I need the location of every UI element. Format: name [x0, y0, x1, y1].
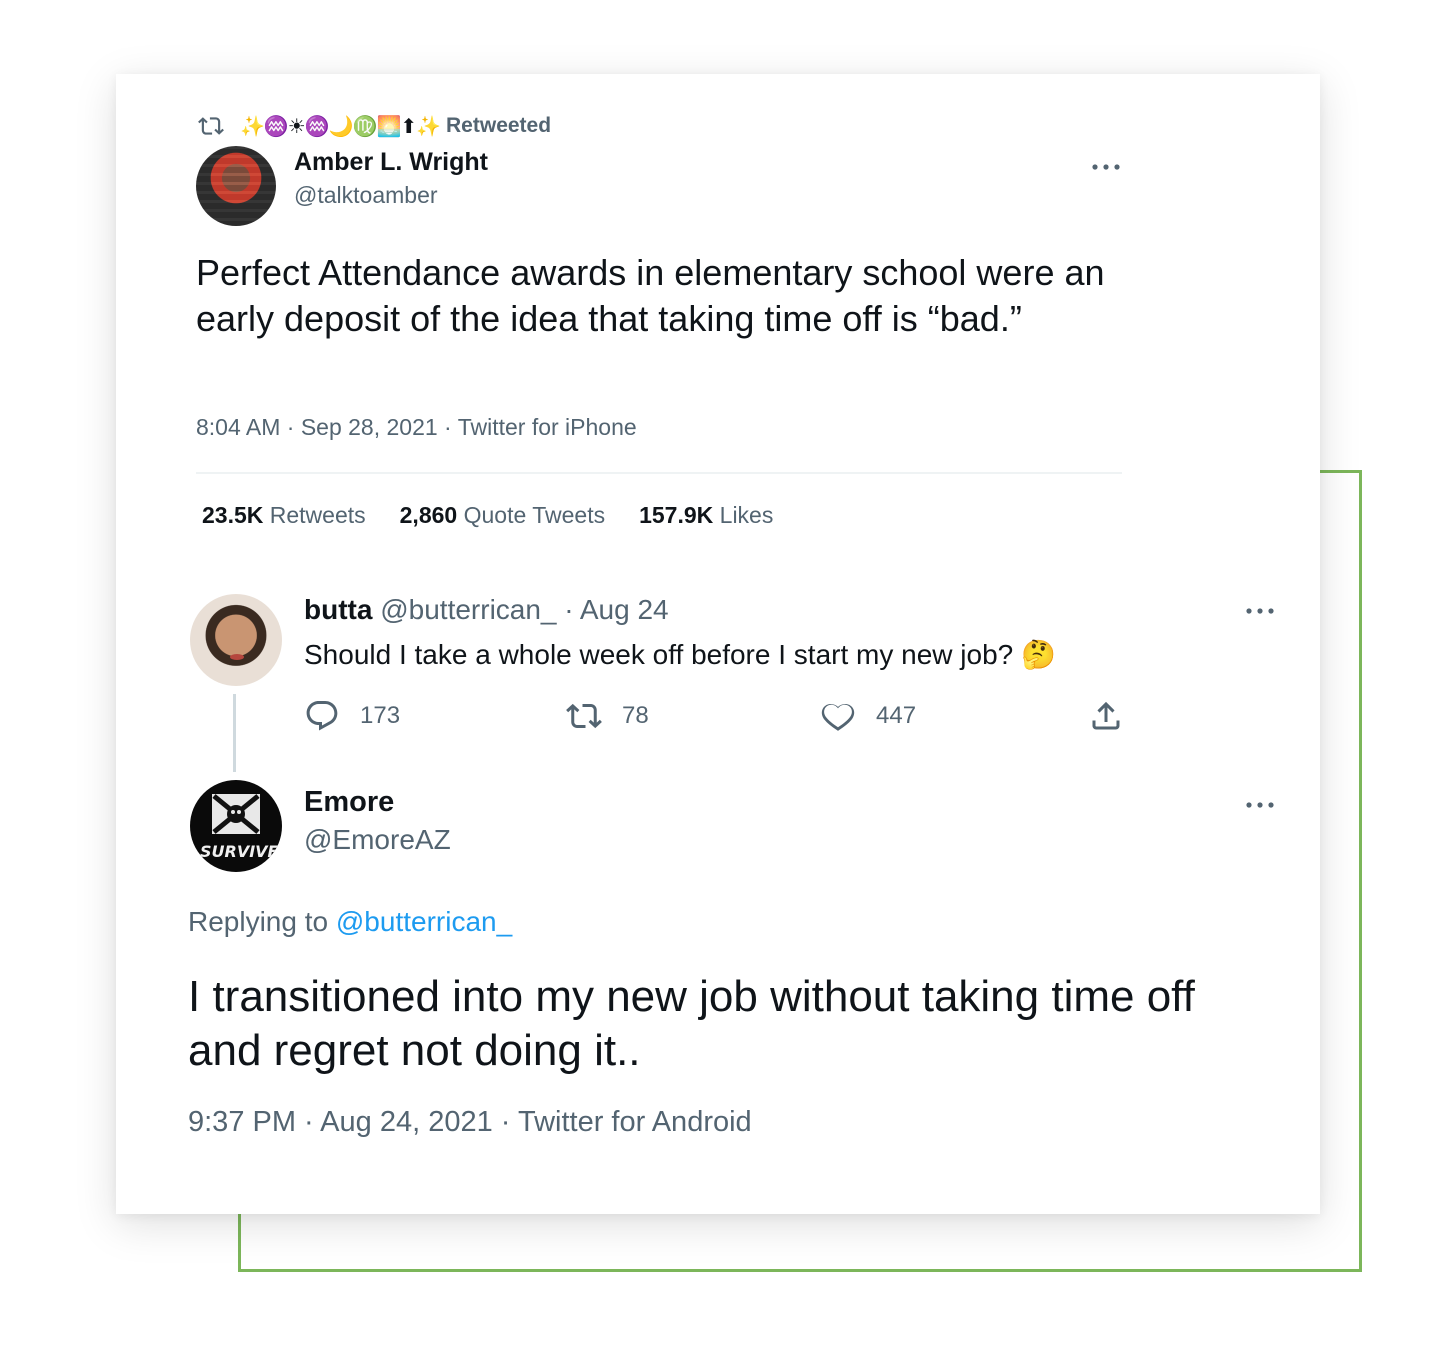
like-count: 447 [876, 702, 917, 729]
retweet-button[interactable]: 78 [566, 698, 649, 734]
avatar-text: SURVIVE [200, 842, 279, 861]
tweet-card: ✨♒☀♒🌙♍🌅⬆✨ Retweeted Amber L. Wright @tal… [116, 74, 1320, 1214]
replying-prefix: Replying to [188, 906, 329, 937]
author-name[interactable]: Amber L. Wright [294, 148, 488, 177]
share-button[interactable] [1088, 698, 1124, 734]
retweet-icon [198, 117, 224, 135]
divider [196, 472, 1122, 474]
retweeted-label: Retweeted [446, 114, 552, 137]
like-button[interactable]: 447 [820, 698, 916, 734]
skull-logo-icon [212, 794, 260, 834]
avatar[interactable] [190, 594, 282, 686]
parent-author-handle-date[interactable]: @butterrican_ · Aug 24 [380, 594, 668, 625]
replying-handle-link[interactable]: @butterrican_ [336, 906, 512, 937]
author-handle[interactable]: @EmoreAZ [304, 824, 451, 856]
stat-likes[interactable]: 157.9K Likes [639, 502, 773, 529]
parent-tweet-header: butta @butterrican_ · Aug 24 [304, 594, 669, 626]
more-options-icon[interactable] [1244, 606, 1276, 616]
more-options-icon[interactable] [1244, 800, 1276, 810]
reply-icon [306, 701, 338, 731]
reply-tweet-text: I transitioned into my new job without t… [188, 972, 1195, 1075]
author-handle[interactable]: @talktoamber [294, 182, 438, 209]
heart-icon [821, 703, 855, 731]
retweet-icon [566, 703, 602, 729]
replying-to: Replying to @butterrican_ [188, 906, 512, 938]
author-name[interactable]: Emore [304, 786, 394, 819]
parent-author-name[interactable]: butta [304, 594, 372, 625]
tweet-text: Perfect Attendance awards in elementary … [196, 252, 1105, 339]
retweet-bar: ✨♒☀♒🌙♍🌅⬆✨ Retweeted [196, 112, 551, 140]
share-icon [1092, 701, 1120, 730]
stat-quote-tweets[interactable]: 2,860 Quote Tweets [400, 502, 605, 529]
thread-connector [233, 694, 236, 772]
reply-count: 173 [360, 702, 401, 729]
more-options-icon[interactable] [1090, 162, 1122, 172]
reply-button[interactable]: 173 [304, 698, 400, 734]
parent-tweet-text: Should I take a whole week off before I … [304, 639, 1056, 670]
stat-retweets[interactable]: 23.5K Retweets [202, 502, 366, 529]
retweet-count: 78 [622, 702, 649, 729]
engagement-stats: 23.5K Retweets 2,860 Quote Tweets 157.9K… [202, 502, 773, 529]
tweet-actions: 173 78 447 [304, 698, 1144, 738]
reply-timestamp-source[interactable]: 9:37 PM · Aug 24, 2021 · Twitter for And… [188, 1106, 752, 1139]
avatar[interactable]: SURVIVE [190, 780, 282, 872]
avatar[interactable] [196, 146, 276, 226]
retweeter-name[interactable]: ✨♒☀♒🌙♍🌅⬆✨ [240, 114, 441, 139]
tweet-timestamp-source[interactable]: 8:04 AM · Sep 28, 2021 · Twitter for iPh… [196, 414, 637, 441]
